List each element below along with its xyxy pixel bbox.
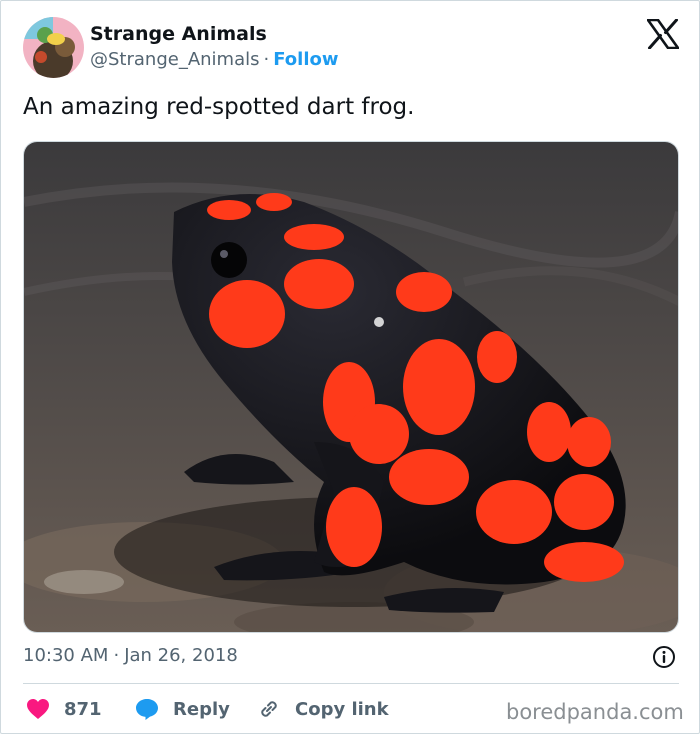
author-handle-line: @Strange_Animals · Follow	[90, 49, 339, 70]
author-name[interactable]: Strange Animals	[90, 23, 267, 45]
separator: ·	[113, 645, 120, 666]
tweet-time: 10:30 AM	[23, 645, 109, 666]
separator: ·	[263, 49, 270, 70]
tweet-date: Jan 26, 2018	[124, 645, 238, 666]
like-button[interactable]: 871	[26, 695, 102, 723]
info-icon[interactable]	[652, 645, 676, 669]
frog-photo	[24, 142, 678, 632]
reply-bubble-icon	[136, 699, 158, 720]
copy-link-label: Copy link	[295, 698, 389, 720]
watermark: boredpanda.com	[506, 700, 684, 724]
tweet-card: Strange Animals @Strange_Animals · Follow …	[0, 0, 700, 734]
reply-label: Reply	[173, 698, 230, 720]
avatar-image	[23, 17, 84, 78]
tweet-photo[interactable]	[23, 141, 679, 633]
divider	[23, 683, 679, 684]
reply-button[interactable]: Reply	[135, 695, 230, 723]
link-icon	[261, 701, 277, 717]
author-handle[interactable]: @Strange_Animals	[90, 49, 260, 70]
x-logo-icon[interactable]	[646, 18, 680, 50]
heart-icon	[27, 699, 49, 719]
tweet-timestamp[interactable]: 10:30 AM · Jan 26, 2018	[23, 645, 238, 666]
avatar[interactable]	[23, 17, 84, 78]
follow-link[interactable]: Follow	[273, 49, 338, 70]
tweet-text: An amazing red-spotted dart frog.	[23, 94, 415, 120]
like-count: 871	[64, 698, 102, 720]
copy-link-button[interactable]: Copy link	[257, 695, 389, 723]
